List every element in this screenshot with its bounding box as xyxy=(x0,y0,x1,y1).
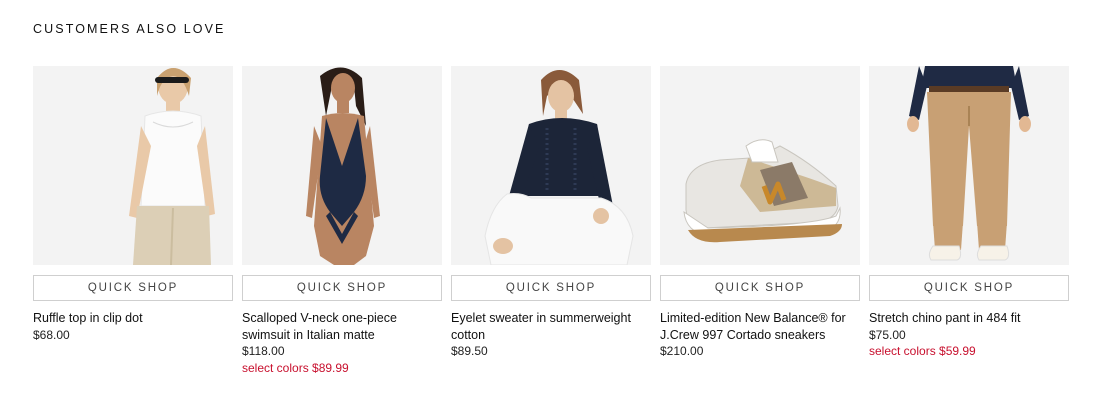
product-grid: QUICK SHOP Ruffle top in clip dot $68.00… xyxy=(33,66,1071,386)
product-info: Ruffle top in clip dot $68.00 xyxy=(33,310,233,343)
product-price: $89.50 xyxy=(451,344,488,358)
product-name[interactable]: Scalloped V-neck one-piece swimsuit in I… xyxy=(242,310,442,343)
product-info: Limited-edition New Balance® for J.Crew … xyxy=(660,310,860,360)
product-image-eyelet-sweater[interactable] xyxy=(451,66,651,265)
product-name[interactable]: Ruffle top in clip dot xyxy=(33,310,233,327)
product-name[interactable]: Limited-edition New Balance® for J.Crew … xyxy=(660,310,860,343)
product-image-ruffle-top[interactable] xyxy=(33,66,233,265)
product-info: Stretch chino pant in 484 fit $75.00 sel… xyxy=(869,310,1069,360)
product-info: Eyelet sweater in summerweight cotton $8… xyxy=(451,310,651,360)
quick-shop-button[interactable]: QUICK SHOP xyxy=(33,275,233,301)
sneaker-photo xyxy=(660,66,860,265)
product-image-chino-pant[interactable] xyxy=(869,66,1069,265)
quick-shop-button[interactable]: QUICK SHOP xyxy=(660,275,860,301)
product-price: $210.00 xyxy=(660,344,704,358)
product-image-sneakers[interactable] xyxy=(660,66,860,265)
quick-shop-button[interactable]: QUICK SHOP xyxy=(242,275,442,301)
product-info: Scalloped V-neck one-piece swimsuit in I… xyxy=(242,310,442,376)
product-name[interactable]: Eyelet sweater in summerweight cotton xyxy=(451,310,651,343)
navy-sweater-photo xyxy=(451,66,651,265)
product-image-swimsuit[interactable] xyxy=(242,66,442,265)
product-price: $68.00 xyxy=(33,327,70,342)
product-sale-price: select colors $89.99 xyxy=(242,360,349,375)
product-price: $75.00 xyxy=(869,327,906,342)
section-title: CUSTOMERS ALSO LOVE xyxy=(33,22,226,36)
product-price: $118.00 xyxy=(242,344,285,358)
navy-swimsuit-photo xyxy=(242,66,442,265)
product-name[interactable]: Stretch chino pant in 484 fit xyxy=(869,310,1069,327)
woman-ruffle-top-photo xyxy=(33,66,233,265)
product-sale-price: select colors $59.99 xyxy=(869,344,976,358)
quick-shop-button[interactable]: QUICK SHOP xyxy=(869,275,1069,301)
khaki-chino-photo xyxy=(869,66,1069,265)
quick-shop-button[interactable]: QUICK SHOP xyxy=(451,275,651,301)
